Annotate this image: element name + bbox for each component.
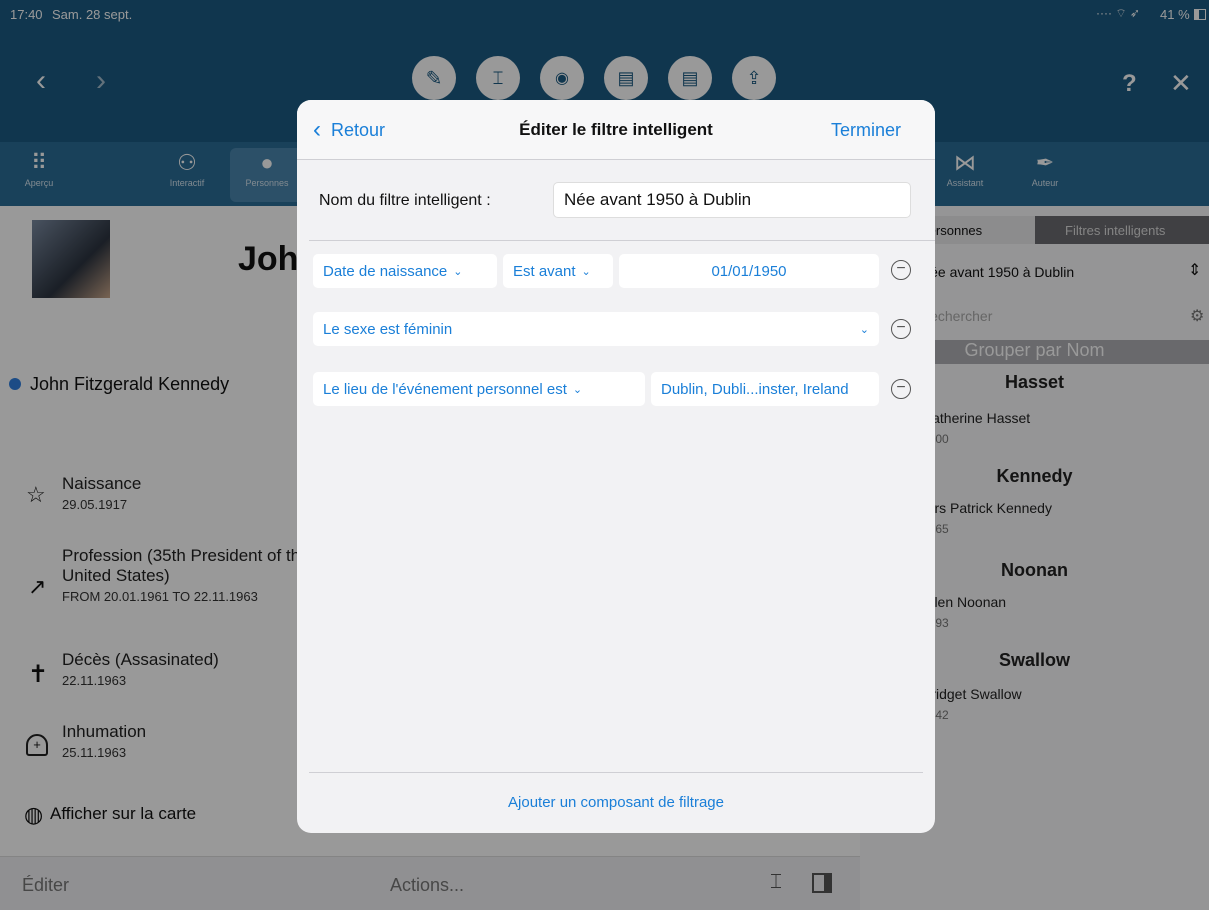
remove-rule-icon[interactable]: − xyxy=(891,319,911,339)
chevron-down-icon: ⌄ xyxy=(859,323,869,336)
rule-operator-select[interactable]: Est avant ⌄ xyxy=(503,254,613,288)
rule-value-field[interactable]: 01/01/1950 xyxy=(619,254,879,288)
rule-field-label: Le lieu de l'événement personnel est xyxy=(323,380,567,398)
add-filter-component-button[interactable]: Ajouter un composant de filtrage xyxy=(297,794,935,811)
rule-field-label: Date de naissance xyxy=(323,262,448,280)
rule-field-select[interactable]: Le lieu de l'événement personnel est ⌄ xyxy=(313,372,645,406)
chevron-down-icon: ⌄ xyxy=(572,383,583,396)
remove-rule-icon[interactable]: − xyxy=(891,379,911,399)
done-button[interactable]: Terminer xyxy=(831,120,901,141)
smart-filter-editor: ‹ Retour Éditer le filtre intelligent Te… xyxy=(297,100,935,833)
remove-rule-icon[interactable]: − xyxy=(891,260,911,280)
filter-name-input[interactable]: Née avant 1950 à Dublin xyxy=(553,182,911,218)
rule-field-label: Le sexe est féminin xyxy=(323,320,453,338)
chevron-down-icon: ⌄ xyxy=(453,265,463,278)
rule-operator-label: Est avant xyxy=(513,262,576,280)
filter-name-label: Nom du filtre intelligent : xyxy=(319,192,491,209)
rule-value-field[interactable]: Dublin, Dubli...inster, Ireland xyxy=(651,372,879,406)
rule-field-select[interactable]: Date de naissance ⌄ xyxy=(313,254,497,288)
divider xyxy=(309,240,935,241)
divider xyxy=(309,772,923,773)
chevron-down-icon: ⌄ xyxy=(581,265,591,278)
rule-field-select[interactable]: Le sexe est féminin ⌄ xyxy=(313,312,879,346)
modal-header: ‹ Retour Éditer le filtre intelligent Te… xyxy=(297,100,935,160)
